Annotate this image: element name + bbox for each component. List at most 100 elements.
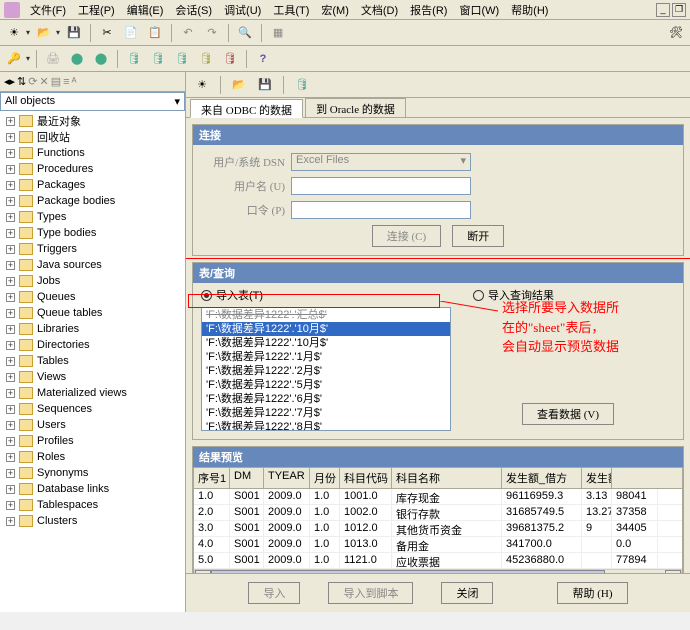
scroll-left-icon[interactable]: ◂ (195, 570, 211, 573)
copy-icon[interactable]: 📄 (121, 23, 141, 43)
list-item[interactable]: 'F:\数据差异1222'.'8月$' (202, 420, 450, 431)
open-icon[interactable]: 📂 (229, 75, 249, 95)
expand-icon[interactable]: + (6, 213, 15, 222)
help-icon[interactable]: ? (253, 49, 273, 69)
tree-item[interactable]: +Functions (2, 145, 183, 161)
can2-icon[interactable]: 🛢 (148, 49, 168, 69)
minimize-button[interactable]: _ (656, 3, 670, 17)
help-button[interactable]: 帮助 (H) (557, 582, 627, 604)
menu-debug[interactable]: 调试(U) (218, 0, 267, 20)
tree-item[interactable]: +回收站 (2, 129, 183, 145)
can1-icon[interactable]: 🛢 (124, 49, 144, 69)
pass-input[interactable] (291, 201, 471, 219)
horizontal-scrollbar[interactable]: ◂ ▸ (194, 569, 682, 573)
expand-icon[interactable]: + (6, 517, 15, 526)
preview-grid[interactable]: 序号1DMTYEAR月份科目代码科目名称发生额_借方发生额 1.0S001200… (193, 467, 683, 573)
disk1-icon[interactable]: ⬤ (67, 49, 87, 69)
tree-item[interactable]: +Triggers (2, 241, 183, 257)
expand-icon[interactable]: + (6, 389, 15, 398)
table-row[interactable]: 3.0S0012009.01.01012.0其他货币资金39681375.293… (194, 521, 682, 537)
column-header[interactable]: 科目名称 (392, 468, 502, 488)
list-item[interactable]: 'F:\数据差异1222'.'5月$' (202, 378, 450, 392)
expand-icon[interactable]: + (6, 309, 15, 318)
column-header[interactable]: DM (230, 468, 264, 488)
sql-icon[interactable]: ▦ (268, 23, 288, 43)
column-header[interactable]: 序号1 (194, 468, 230, 488)
expand-icon[interactable]: + (6, 181, 15, 190)
restore-button[interactable]: ❐ (672, 3, 686, 17)
menu-project[interactable]: 工程(P) (72, 0, 121, 20)
user-input[interactable] (291, 177, 471, 195)
disconnect-button[interactable]: 断开 (452, 225, 504, 247)
list-item[interactable]: 'F:\数据差异1222'.'1月$' (202, 350, 450, 364)
tree-item[interactable]: +Synonyms (2, 465, 183, 481)
close-button[interactable]: 关闭 (441, 582, 493, 604)
view-data-button[interactable]: 查看数据 (V) (522, 403, 614, 425)
column-header[interactable]: 发生额 (582, 468, 612, 488)
list-item[interactable]: 'F:\数据差异1222'.'10月$' (202, 336, 450, 350)
menu-window[interactable]: 窗口(W) (453, 0, 505, 20)
dsn-select[interactable]: Excel Files ▾ (291, 153, 471, 171)
expand-icon[interactable]: + (6, 325, 15, 334)
new-icon[interactable]: ☀ (192, 75, 212, 95)
expand-icon[interactable]: + (6, 501, 15, 510)
tree-item[interactable]: +Database links (2, 481, 183, 497)
expand-icon[interactable]: + (6, 117, 15, 126)
expand-icon[interactable]: + (6, 197, 15, 206)
object-tree[interactable]: +最近对象+回收站+Functions+Procedures+Packages+… (0, 111, 185, 612)
tree-item[interactable]: +最近对象 (2, 113, 183, 129)
can3-icon[interactable]: 🛢 (172, 49, 192, 69)
list-item[interactable]: 'F:\数据差异1222'.'7月$' (202, 406, 450, 420)
tree-item[interactable]: +Sequences (2, 401, 183, 417)
expand-icon[interactable]: + (6, 469, 15, 478)
expand-icon[interactable]: + (6, 165, 15, 174)
redo-icon[interactable]: ↷ (202, 23, 222, 43)
column-header[interactable]: 科目代码 (340, 468, 392, 488)
can4-icon[interactable]: 🛢 (196, 49, 216, 69)
sheet-listbox[interactable]: 'F:\数据差异1222'.'汇总$''F:\数据差异1222'.'10月$''… (201, 307, 451, 431)
object-selector[interactable]: All objects ▾ (0, 92, 185, 111)
tree-item[interactable]: +Procedures (2, 161, 183, 177)
tree-item[interactable]: +Clusters (2, 513, 183, 529)
tree-item[interactable]: +Profiles (2, 433, 183, 449)
tree-item[interactable]: +Materialized views (2, 385, 183, 401)
expand-icon[interactable]: + (6, 357, 15, 366)
tree-item[interactable]: +Tables (2, 353, 183, 369)
import-button[interactable]: 导入 (248, 582, 300, 604)
tree-item[interactable]: +Packages (2, 177, 183, 193)
tree-item[interactable]: +Types (2, 209, 183, 225)
menu-docs[interactable]: 文档(D) (355, 0, 404, 20)
tree-item[interactable]: +Directories (2, 337, 183, 353)
expand-icon[interactable]: + (6, 133, 15, 142)
tree-item[interactable]: +Libraries (2, 321, 183, 337)
menu-tools[interactable]: 工具(T) (267, 0, 315, 20)
cut-icon[interactable]: ✂ (97, 23, 117, 43)
tree-item[interactable]: +Queue tables (2, 305, 183, 321)
tools-icon[interactable]: 🛠 (666, 23, 686, 43)
expand-icon[interactable]: + (6, 229, 15, 238)
tree-item[interactable]: +Package bodies (2, 193, 183, 209)
collapse-icon[interactable]: ◂▸ (4, 75, 15, 88)
list-item[interactable]: 'F:\数据差异1222'.'2月$' (202, 364, 450, 378)
expand-icon[interactable]: + (6, 245, 15, 254)
table-row[interactable]: 4.0S0012009.01.01013.0备用金341700.00.0 (194, 537, 682, 553)
list-item[interactable]: 'F:\数据差异1222'.'汇总$' (202, 308, 450, 322)
menu-edit[interactable]: 编辑(E) (121, 0, 170, 20)
open-icon[interactable]: 📂 (34, 23, 54, 43)
expand-icon[interactable]: + (6, 437, 15, 446)
expand-icon[interactable]: + (6, 485, 15, 494)
menu-file[interactable]: 文件(F) (24, 0, 72, 20)
table-row[interactable]: 5.0S0012009.01.01121.0应收票据45236880.07789… (194, 553, 682, 569)
list-item[interactable]: 'F:\数据差异1222'.'10月$' (202, 322, 450, 336)
scroll-right-icon[interactable]: ▸ (665, 570, 681, 573)
printer-icon[interactable]: 🖨 (43, 49, 63, 69)
db-icon[interactable]: 🛢 (292, 75, 312, 95)
tree-item[interactable]: +Roles (2, 449, 183, 465)
expand-icon[interactable]: + (6, 421, 15, 430)
column-header[interactable]: 发生额_借方 (502, 468, 582, 488)
tree-item[interactable]: +Users (2, 417, 183, 433)
menu-session[interactable]: 会话(S) (169, 0, 218, 20)
search-icon[interactable]: 🔍 (235, 23, 255, 43)
table-row[interactable]: 2.0S0012009.01.01002.0银行存款31685749.513.2… (194, 505, 682, 521)
table-row[interactable]: 1.0S0012009.01.01001.0库存现金96116959.33.13… (194, 489, 682, 505)
